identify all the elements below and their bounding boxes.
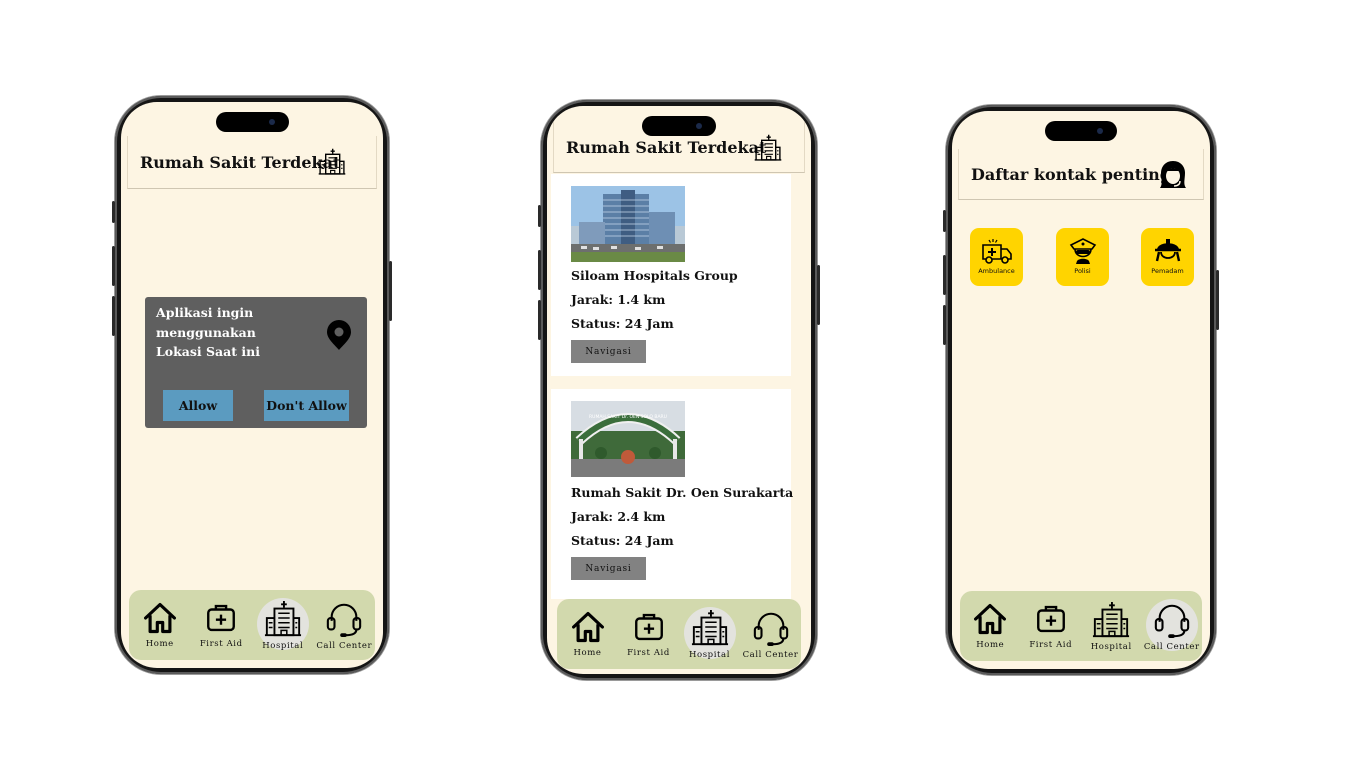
nav-item-call-center[interactable]: Call Center xyxy=(315,590,373,651)
contact-firefighter[interactable]: Pemadam xyxy=(1141,228,1194,286)
contact-ambulance[interactable]: Ambulance xyxy=(970,228,1023,286)
nav-item-hospital[interactable]: Hospital xyxy=(254,590,312,651)
hospital-distance: Jarak: 2.4 km xyxy=(571,509,666,524)
hospital-photo xyxy=(571,186,685,262)
ambulance-icon xyxy=(981,239,1012,264)
dialog-message: Aplikasi ingin menggunakan Lokasi Saat i… xyxy=(156,305,260,359)
nav-item-home[interactable]: Home xyxy=(961,591,1019,650)
hospital-icon xyxy=(754,134,782,162)
home-icon xyxy=(971,601,1009,637)
hospital-icon xyxy=(691,609,729,647)
hospital-photo: RUMAH SAKIT Dr. OEN SOLO BARU xyxy=(571,401,685,477)
power-button xyxy=(389,261,392,321)
nav-item-hospital[interactable]: Hospital xyxy=(1082,591,1140,652)
hospital-card: Siloam Hospitals Group Jarak: 1.4 km Sta… xyxy=(551,174,791,376)
hospital-name: Rumah Sakit Dr. Oen Surakarta xyxy=(571,485,794,500)
side-button xyxy=(112,296,115,336)
page-title: Rumah Sakit Terdekat xyxy=(140,152,341,172)
hospital-icon xyxy=(318,148,346,176)
hospital-card: RUMAH SAKIT Dr. OEN SOLO BARU Rumah Saki… xyxy=(551,389,794,599)
headset-icon xyxy=(1152,601,1192,639)
hospital-status: Status: 24 Jam xyxy=(571,533,674,548)
side-button xyxy=(538,205,541,227)
side-button xyxy=(943,255,946,295)
power-button xyxy=(817,265,820,325)
dont-allow-button[interactable]: Don't Allow xyxy=(264,390,349,421)
phone-frame-location-permission: Rumah Sakit Terdekat Aplikasi ingin meng… xyxy=(112,96,392,674)
app-header: Rumah Sakit Terdekat xyxy=(127,136,377,189)
customer-service-icon xyxy=(1160,161,1186,188)
app-header: Daftar kontak penting xyxy=(958,149,1204,200)
first-aid-icon xyxy=(1034,601,1068,637)
hospital-distance: Jarak: 1.4 km xyxy=(571,292,666,307)
first-aid-icon xyxy=(632,609,666,645)
side-button xyxy=(112,201,115,223)
power-button xyxy=(1216,270,1219,330)
nav-item-home[interactable]: Home xyxy=(131,590,189,649)
location-permission-dialog: Aplikasi ingin menggunakan Lokasi Saat i… xyxy=(145,297,367,428)
hospital-status: Status: 24 Jam xyxy=(571,316,674,331)
side-button xyxy=(538,250,541,290)
phone-frame-contacts: Daftar kontak penting Ambulance Polisi P… xyxy=(943,105,1219,675)
page-title: Daftar kontak penting xyxy=(971,164,1171,184)
nav-item-first-aid[interactable]: First Aid xyxy=(192,590,250,649)
navigate-button[interactable]: Navigasi xyxy=(571,340,646,363)
dynamic-island xyxy=(216,112,289,132)
side-button xyxy=(112,246,115,286)
side-button xyxy=(943,305,946,345)
side-button xyxy=(538,300,541,340)
dynamic-island xyxy=(1045,121,1117,141)
contact-police[interactable]: Polisi xyxy=(1056,228,1109,286)
screen: Rumah Sakit Terdekat Aplikasi ingin meng… xyxy=(121,102,383,668)
allow-button[interactable]: Allow xyxy=(163,390,233,421)
page-title: Rumah Sakit Terdekat xyxy=(566,137,767,157)
app-header: Rumah Sakit Terdekat xyxy=(553,122,805,173)
first-aid-icon xyxy=(204,600,238,636)
nav-item-home[interactable]: Home xyxy=(559,599,617,658)
hospital-name: Siloam Hospitals Group xyxy=(571,268,738,283)
home-icon xyxy=(141,600,179,636)
phone-frame-hospital-list: Rumah Sakit Terdekat Siloam Hospitals Gr… xyxy=(538,100,820,680)
headset-icon xyxy=(324,600,364,638)
nav-item-first-aid[interactable]: First Aid xyxy=(620,599,678,658)
hospital-icon xyxy=(264,600,302,638)
screen: Rumah Sakit Terdekat Siloam Hospitals Gr… xyxy=(547,106,811,674)
navigate-button[interactable]: Navigasi xyxy=(571,557,646,580)
firefighter-icon xyxy=(1154,239,1181,262)
police-icon xyxy=(1069,238,1096,264)
headset-icon xyxy=(751,609,791,647)
nav-item-first-aid[interactable]: First Aid xyxy=(1022,591,1080,650)
screen: Daftar kontak penting Ambulance Polisi P… xyxy=(952,111,1210,669)
bottom-nav: Home First Aid Hospital Call Center xyxy=(557,599,801,669)
bottom-nav: Home First Aid Hospital Call Center xyxy=(960,591,1202,661)
nav-item-call-center[interactable]: Call Center xyxy=(1143,591,1201,652)
nav-item-hospital[interactable]: Hospital xyxy=(681,599,739,660)
nav-item-call-center[interactable]: Call Center xyxy=(742,599,800,660)
hospital-icon xyxy=(1092,601,1130,639)
hospital-sign-text: RUMAH SAKIT Dr. OEN SOLO BARU xyxy=(589,414,667,420)
card-divider xyxy=(551,376,791,388)
location-pin-icon xyxy=(327,320,351,350)
side-button xyxy=(943,210,946,232)
home-icon xyxy=(569,609,607,645)
bottom-nav: Home First Aid Hospital Call Center xyxy=(129,590,375,660)
